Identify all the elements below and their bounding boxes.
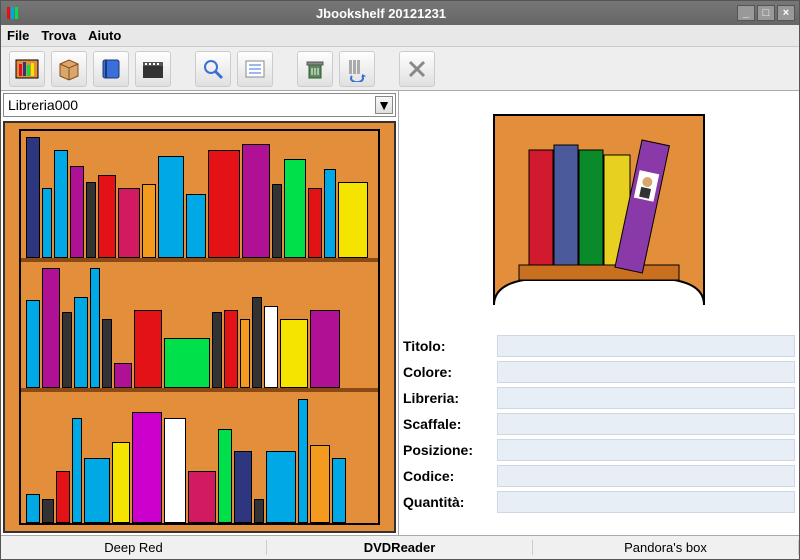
maximize-button[interactable]: □ bbox=[757, 5, 775, 21]
book-spine[interactable] bbox=[70, 166, 84, 257]
statusbar: Deep Red DVDReader Pandora's box bbox=[1, 535, 799, 559]
book-spine[interactable] bbox=[186, 194, 206, 257]
box-button[interactable] bbox=[51, 51, 87, 87]
book-spine[interactable] bbox=[252, 297, 262, 388]
book-spine[interactable] bbox=[240, 319, 250, 389]
book-spine[interactable] bbox=[254, 499, 264, 523]
shelf-row bbox=[21, 262, 378, 393]
field-label-title: Titolo: bbox=[403, 338, 493, 354]
book-spine[interactable] bbox=[112, 442, 130, 523]
book-spine[interactable] bbox=[86, 182, 96, 258]
book-spine[interactable] bbox=[90, 268, 100, 388]
menu-file[interactable]: File bbox=[7, 28, 29, 43]
book-spine[interactable] bbox=[142, 184, 156, 257]
book-spine[interactable] bbox=[332, 458, 346, 523]
book-spine[interactable] bbox=[42, 188, 52, 258]
field-value-position[interactable] bbox=[497, 439, 795, 461]
book-spine[interactable] bbox=[164, 418, 186, 523]
library-combo[interactable]: Libreria000 ▼ bbox=[3, 93, 396, 117]
field-value-title[interactable] bbox=[497, 335, 795, 357]
book-spine[interactable] bbox=[284, 159, 306, 258]
book-spine[interactable] bbox=[56, 471, 70, 523]
field-label-position: Posizione: bbox=[403, 442, 493, 458]
shelf-row bbox=[21, 392, 378, 523]
book-spine[interactable] bbox=[266, 451, 296, 523]
close-button[interactable]: × bbox=[777, 5, 795, 21]
minimize-button[interactable]: _ bbox=[737, 5, 755, 21]
book-spine[interactable] bbox=[212, 312, 222, 388]
toolbar bbox=[1, 47, 799, 91]
window-title: Jbookshelf 20121231 bbox=[25, 6, 737, 21]
book-spine[interactable] bbox=[208, 150, 240, 258]
status-left: Deep Red bbox=[1, 540, 267, 555]
book-spine[interactable] bbox=[310, 445, 330, 523]
library-button[interactable] bbox=[9, 51, 45, 87]
field-value-color[interactable] bbox=[497, 361, 795, 383]
book-spine[interactable] bbox=[62, 312, 72, 388]
details-panel: Titolo: Colore: Libreria: Scaffale: Posi… bbox=[403, 333, 795, 515]
refresh-shelf-button[interactable] bbox=[339, 51, 375, 87]
book-spine[interactable] bbox=[26, 300, 40, 389]
book-spine[interactable] bbox=[26, 137, 40, 257]
field-label-code: Codice: bbox=[403, 468, 493, 484]
field-label-quantity: Quantità: bbox=[403, 494, 493, 510]
book-spine[interactable] bbox=[74, 297, 88, 388]
menubar: File Trova Aiuto bbox=[1, 25, 799, 47]
movie-button[interactable] bbox=[135, 51, 171, 87]
book-spine[interactable] bbox=[114, 363, 132, 388]
book-spine[interactable] bbox=[338, 182, 368, 258]
bookshelf-view[interactable] bbox=[3, 121, 396, 533]
book-spine[interactable] bbox=[324, 169, 336, 258]
book-spine[interactable] bbox=[132, 412, 162, 523]
book-spine[interactable] bbox=[72, 418, 82, 523]
list-button[interactable] bbox=[237, 51, 273, 87]
titlebar: Jbookshelf 20121231 _ □ × bbox=[1, 1, 799, 25]
book-spine[interactable] bbox=[118, 188, 140, 258]
book-spine[interactable] bbox=[310, 310, 340, 389]
book-spine[interactable] bbox=[272, 184, 282, 257]
book-spine[interactable] bbox=[234, 451, 252, 523]
menu-help[interactable]: Aiuto bbox=[88, 28, 121, 43]
book-spine[interactable] bbox=[298, 399, 308, 523]
book-spine[interactable] bbox=[42, 499, 54, 523]
book-spine[interactable] bbox=[98, 175, 116, 257]
book-spine[interactable] bbox=[102, 319, 112, 389]
book-spine[interactable] bbox=[308, 188, 322, 258]
book-spine[interactable] bbox=[42, 268, 60, 388]
library-combo-value: Libreria000 bbox=[8, 97, 78, 113]
search-button[interactable] bbox=[195, 51, 231, 87]
book-spine[interactable] bbox=[54, 150, 68, 258]
book-spine[interactable] bbox=[134, 310, 162, 389]
preview-panel bbox=[403, 95, 795, 325]
field-value-shelf[interactable] bbox=[497, 413, 795, 435]
book-spine[interactable] bbox=[242, 144, 270, 258]
shelf-row bbox=[21, 131, 378, 262]
book-spine[interactable] bbox=[264, 306, 278, 388]
field-label-library: Libreria: bbox=[403, 390, 493, 406]
book-spine[interactable] bbox=[84, 458, 110, 523]
trash-button[interactable] bbox=[297, 51, 333, 87]
status-center: DVDReader bbox=[267, 540, 533, 555]
book-spine[interactable] bbox=[26, 494, 40, 523]
book-spine[interactable] bbox=[218, 429, 232, 523]
status-right: Pandora's box bbox=[533, 540, 799, 555]
dropdown-arrow-icon[interactable]: ▼ bbox=[375, 96, 393, 114]
book-spine[interactable] bbox=[158, 156, 184, 257]
book-button[interactable] bbox=[93, 51, 129, 87]
book-spine[interactable] bbox=[188, 471, 216, 523]
field-label-color: Colore: bbox=[403, 364, 493, 380]
delete-button[interactable] bbox=[399, 51, 435, 87]
menu-find[interactable]: Trova bbox=[41, 28, 76, 43]
field-value-library[interactable] bbox=[497, 387, 795, 409]
field-value-code[interactable] bbox=[497, 465, 795, 487]
app-icon bbox=[5, 5, 21, 21]
field-label-shelf: Scaffale: bbox=[403, 416, 493, 432]
book-spine[interactable] bbox=[224, 310, 238, 389]
book-spine[interactable] bbox=[164, 338, 210, 389]
book-spine[interactable] bbox=[280, 319, 308, 389]
field-value-quantity[interactable] bbox=[497, 491, 795, 513]
